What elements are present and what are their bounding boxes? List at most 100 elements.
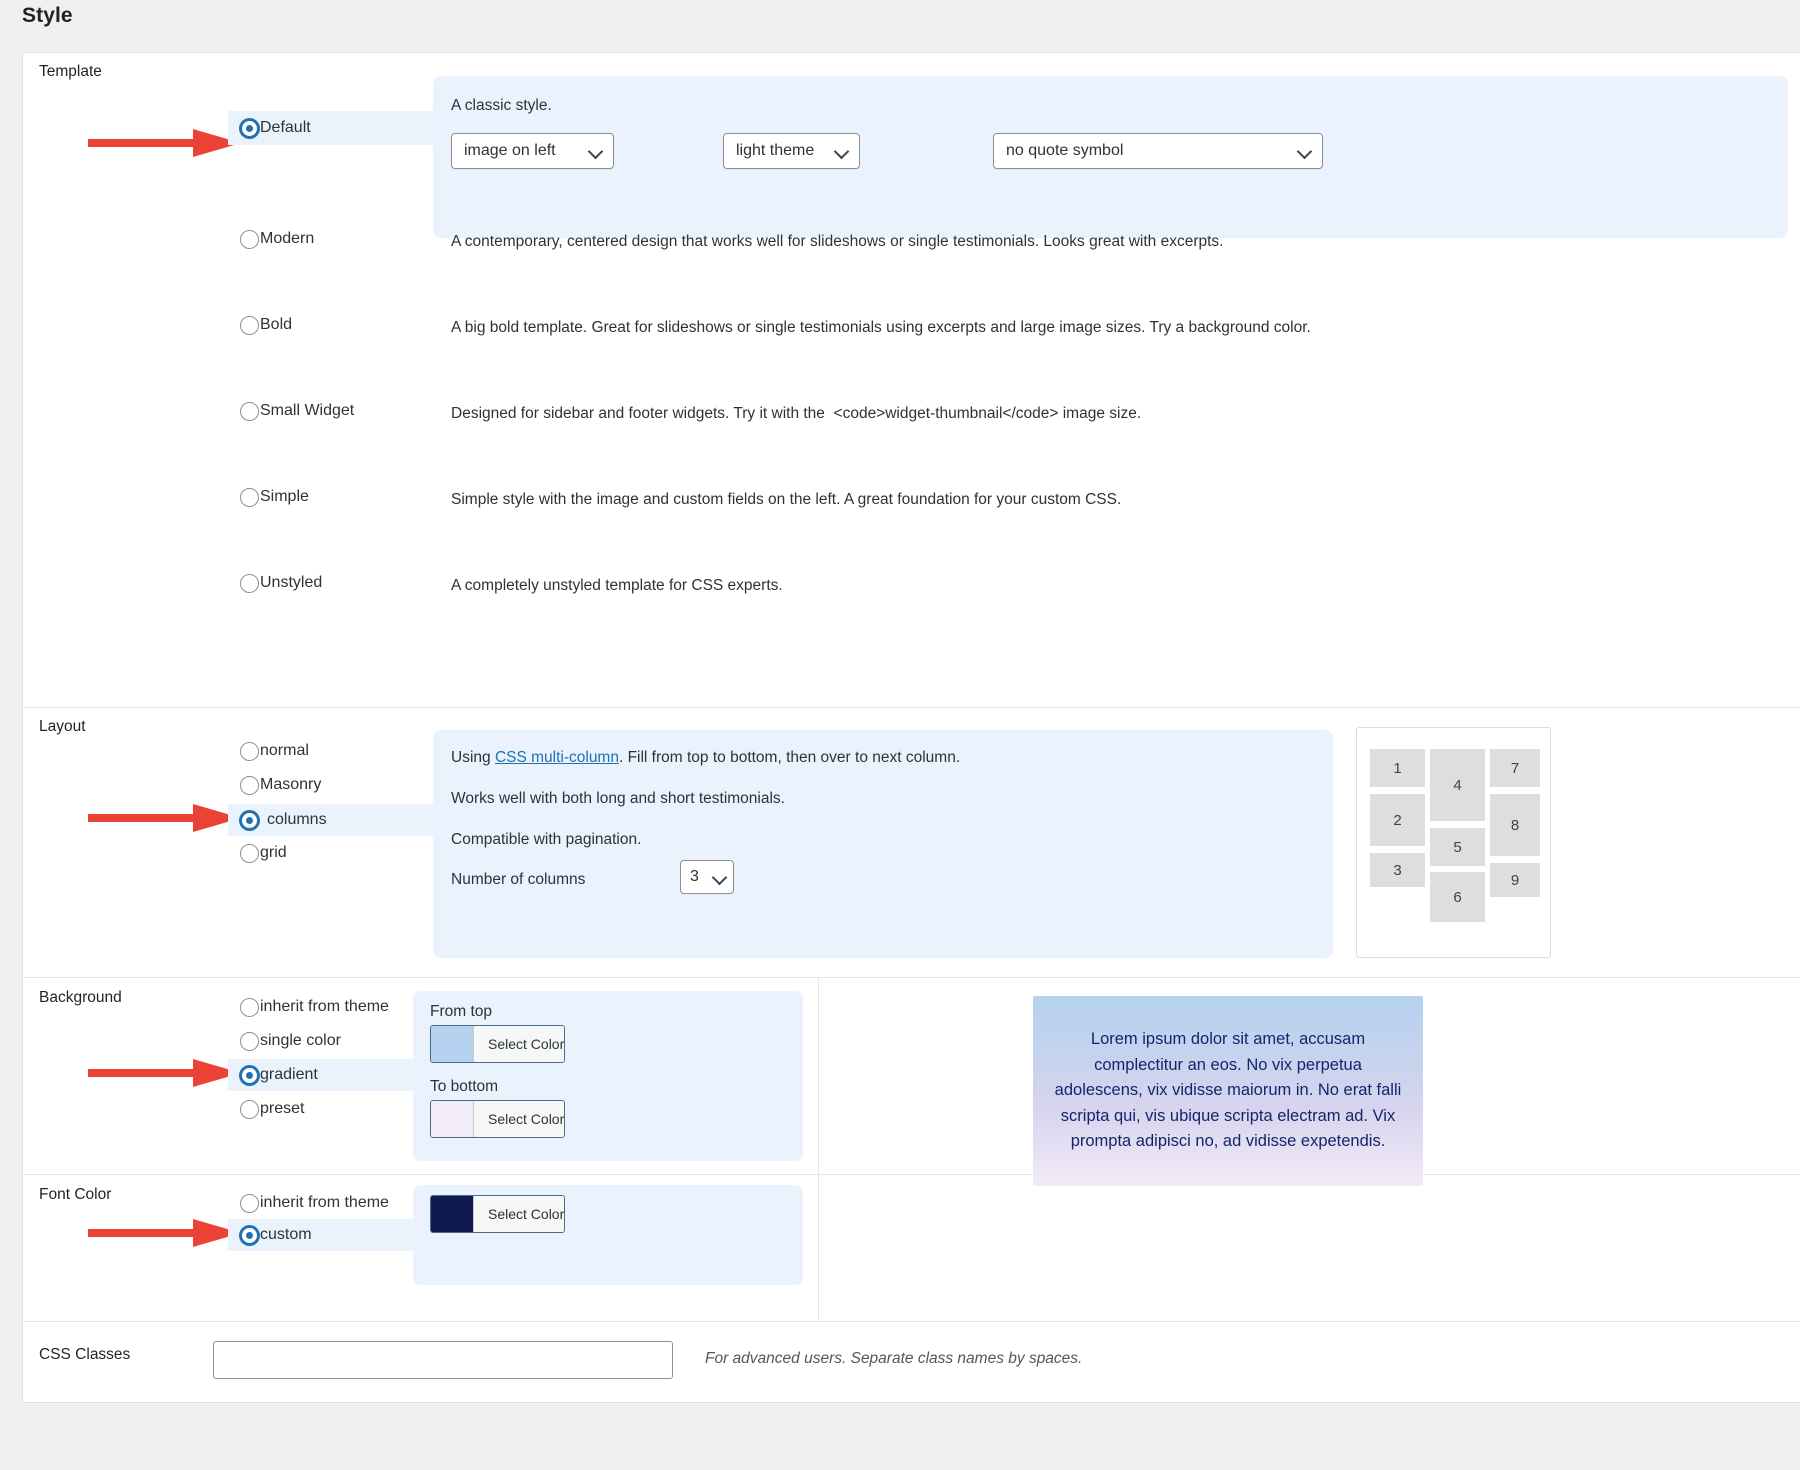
radio-icon [240, 1194, 259, 1213]
template-option-bold[interactable]: Bold [228, 308, 433, 342]
preview-cell: 8 [1490, 794, 1540, 856]
quote-symbol-select[interactable]: no quote symbol [993, 133, 1323, 169]
background-option-inherit-label: inherit from theme [259, 998, 389, 1016]
preview-cell: 4 [1430, 749, 1485, 821]
css-multi-column-link[interactable]: CSS multi-column [495, 749, 619, 766]
css-classes-label: CSS Classes [39, 1346, 130, 1364]
font-color-option-inherit[interactable]: inherit from theme [228, 1187, 413, 1219]
font-color-option-inherit-label: inherit from theme [259, 1194, 389, 1212]
color-swatch [431, 1026, 473, 1062]
font-color-button-label: Select Color [473, 1196, 565, 1232]
template-bold-description: A big bold template. Great for slideshow… [451, 317, 1311, 339]
layout-option-masonry-label: Masonry [259, 776, 321, 794]
css-classes-section: CSS Classes For advanced users. Separate… [23, 1322, 1800, 1402]
layout-info-line1: Using CSS multi-column. Fill from top to… [451, 747, 960, 769]
layout-option-grid[interactable]: grid [228, 838, 433, 868]
number-of-columns-value: 3 [690, 868, 705, 886]
css-classes-input[interactable] [213, 1341, 673, 1379]
css-classes-hint: For advanced users. Separate class names… [705, 1350, 1082, 1368]
radio-icon [240, 402, 259, 421]
template-option-small-widget[interactable]: Small Widget [228, 394, 433, 428]
layout-option-columns[interactable]: columns [228, 804, 433, 836]
layout-option-normal-label: normal [259, 742, 309, 760]
layout-option-normal[interactable]: normal [228, 736, 433, 766]
background-section: Background From top Select Color To bott… [23, 978, 1800, 1175]
preview-cell: 2 [1370, 794, 1425, 846]
radio-icon [240, 811, 259, 830]
number-of-columns-select[interactable]: 3 [680, 860, 734, 894]
to-bottom-label: To bottom [430, 1078, 498, 1096]
background-option-single-color-label: single color [259, 1032, 341, 1050]
font-color-section-label: Font Color [39, 1186, 111, 1204]
number-of-columns-label: Number of columns [451, 869, 585, 891]
font-color-button[interactable]: Select Color [430, 1195, 565, 1233]
font-color-option-custom-label: custom [259, 1226, 312, 1244]
preview-cell: 5 [1430, 828, 1485, 866]
background-option-single-color[interactable]: single color [228, 1025, 413, 1057]
pointer-arrow-icon [88, 1218, 243, 1248]
columns-preview-diagram: 1 2 3 4 5 6 7 8 9 [1356, 727, 1551, 958]
radio-icon [240, 1100, 259, 1119]
template-option-modern[interactable]: Modern [228, 222, 433, 256]
template-unstyled-description: A completely unstyled template for CSS e… [451, 575, 783, 597]
layout-option-masonry[interactable]: Masonry [228, 770, 433, 800]
template-option-default[interactable]: Default [228, 111, 433, 145]
color-swatch [431, 1196, 473, 1232]
from-top-label: From top [430, 1003, 492, 1021]
image-position-select[interactable]: image on left [451, 133, 614, 169]
chevron-down-icon [1298, 144, 1312, 158]
layout-info-line1-pre: Using [451, 749, 495, 766]
template-option-simple[interactable]: Simple [228, 480, 433, 514]
background-option-preset[interactable]: preset [228, 1093, 413, 1125]
background-option-preset-label: preset [259, 1100, 304, 1118]
from-top-color-button[interactable]: Select Color [430, 1025, 565, 1063]
background-section-label: Background [39, 989, 122, 1007]
layout-info-line3: Compatible with pagination. [451, 829, 641, 851]
font-color-divider [818, 1175, 819, 1322]
layout-section: Layout Using CSS multi-column. Fill from… [23, 708, 1800, 978]
preview-cell: 6 [1430, 872, 1485, 922]
to-bottom-color-button[interactable]: Select Color [430, 1100, 565, 1138]
to-bottom-color-button-label: Select Color [473, 1101, 565, 1137]
radio-icon [240, 776, 259, 795]
template-section: Template A classic style. image on left … [23, 53, 1800, 708]
template-option-unstyled-label: Unstyled [259, 574, 322, 592]
settings-card: Template A classic style. image on left … [22, 52, 1800, 1403]
font-color-option-custom[interactable]: custom [228, 1219, 413, 1251]
layout-option-columns-label: columns [259, 811, 327, 829]
template-option-bold-label: Bold [259, 316, 292, 334]
radio-icon [240, 1066, 259, 1085]
preview-cell: 7 [1490, 749, 1540, 787]
chevron-down-icon [713, 870, 727, 884]
preview-cell: 3 [1370, 853, 1425, 887]
template-default-description: A classic style. [451, 95, 552, 117]
pointer-arrow-icon [88, 128, 243, 158]
theme-select[interactable]: light theme [723, 133, 860, 169]
background-divider [818, 978, 819, 1175]
preview-cell: 1 [1370, 749, 1425, 787]
radio-icon [240, 316, 259, 335]
layout-section-label: Layout [39, 718, 86, 736]
testimonial-preview: Lorem ipsum dolor sit amet, accusam comp… [1033, 996, 1423, 1186]
font-color-section: Font Color Select Color inherit from the… [23, 1175, 1800, 1322]
background-option-gradient[interactable]: gradient [228, 1059, 413, 1091]
pointer-arrow-icon [88, 1058, 243, 1088]
from-top-color-button-label: Select Color [473, 1026, 565, 1062]
template-option-simple-label: Simple [259, 488, 309, 506]
template-small-widget-description: Designed for sidebar and footer widgets.… [451, 403, 1141, 425]
radio-icon [240, 488, 259, 507]
chevron-down-icon [589, 144, 603, 158]
template-option-modern-label: Modern [259, 230, 314, 248]
testimonial-preview-text: Lorem ipsum dolor sit amet, accusam comp… [1053, 1027, 1403, 1155]
layout-info-line1-post: . Fill from top to bottom, then over to … [619, 749, 960, 766]
template-option-unstyled[interactable]: Unstyled [228, 566, 433, 600]
layout-option-grid-label: grid [259, 844, 287, 862]
chevron-down-icon [835, 144, 849, 158]
radio-icon [240, 742, 259, 761]
radio-icon [240, 998, 259, 1017]
radio-icon [240, 1226, 259, 1245]
quote-symbol-value: no quote symbol [1006, 142, 1290, 160]
background-option-inherit[interactable]: inherit from theme [228, 991, 413, 1023]
template-option-small-widget-label: Small Widget [259, 402, 354, 420]
radio-icon [240, 119, 259, 138]
